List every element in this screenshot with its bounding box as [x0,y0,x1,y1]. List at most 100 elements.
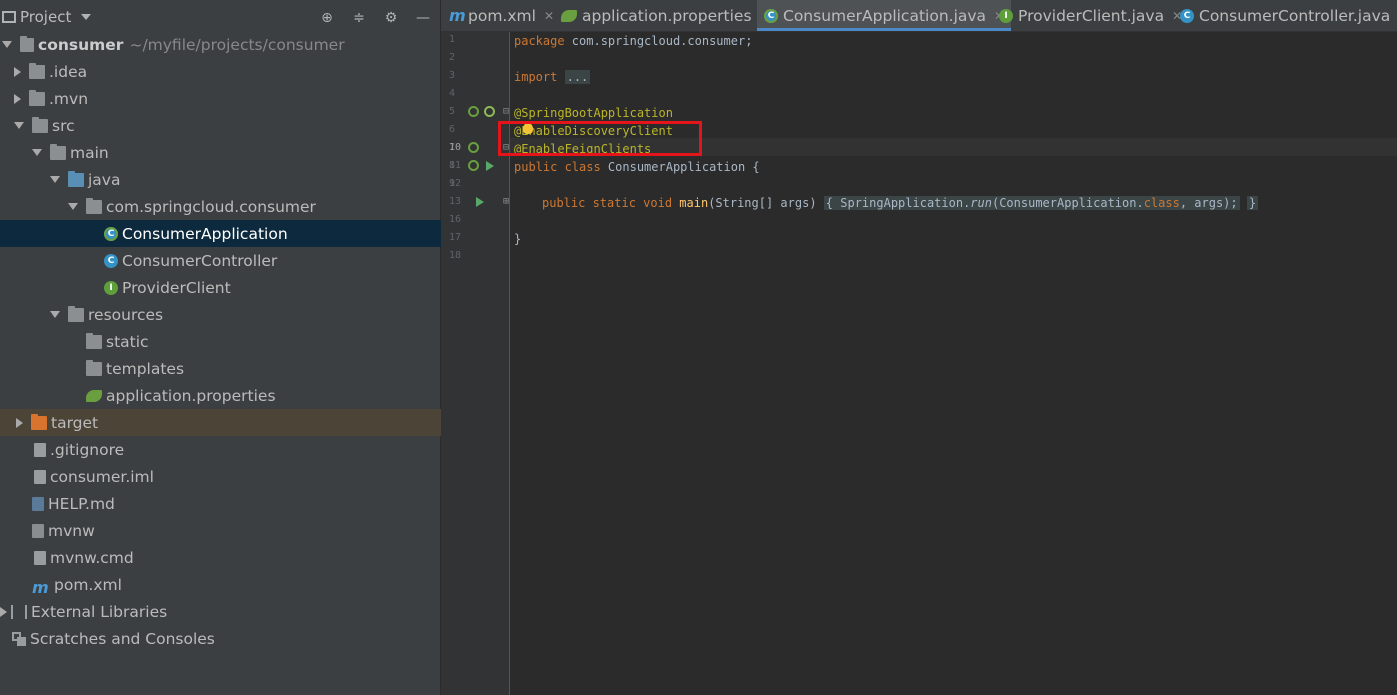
code-line-13: public static void main(String[] args) {… [542,196,1259,210]
tree-item-help-md[interactable]: HELP.md [0,490,472,517]
code-text: , args); [1179,196,1238,210]
tree-item-label: consumer [38,35,124,54]
fold-icon[interactable]: ⊟ [503,106,509,117]
tree-item-java[interactable]: java [0,166,490,193]
tab-consumer-application[interactable]: C ConsumerApplication.java ✕ [757,0,1012,31]
code-text: ConsumerApplication { [600,160,760,174]
line-number: 6 [449,124,456,135]
tree-item-label: consumer.iml [50,467,154,486]
spring-bean-gutter-icon[interactable] [468,106,479,117]
line-number: 1 [449,34,456,45]
tree-item-mvnw-cmd[interactable]: mvnw.cmd [0,544,474,571]
code-text: (ConsumerApplication. [991,196,1144,210]
tree-item-label: .mvn [49,89,89,108]
expand-arrow-icon[interactable] [14,66,21,77]
tree-item-label: ConsumerApplication [122,224,288,243]
source-folder-icon [68,170,84,187]
interface-icon: I [999,8,1013,23]
tab-label: pom.xml [468,6,536,25]
tree-item-label: HELP.md [48,494,115,513]
folded-imports[interactable]: ... [564,70,591,84]
ide-window: Project ⊕ ≑ ⚙ — consumer ~/myfile/projec… [0,0,1397,695]
tree-item-mvn[interactable]: .mvn [0,85,452,112]
code-line-1: package com.springcloud.consumer; [514,34,752,48]
tree-item-gitignore[interactable]: .gitignore [0,436,474,463]
tree-item-label: Scratches and Consoles [30,629,215,648]
tree-item-label: External Libraries [31,602,168,621]
expand-arrow-icon[interactable] [14,93,21,104]
libraries-icon [11,604,27,619]
collapse-all-icon[interactable]: ≑ [350,9,368,27]
chevron-down-icon[interactable] [81,14,92,20]
folded-body[interactable]: { SpringApplication.run(ConsumerApplicat… [823,196,1240,210]
run-icon[interactable] [486,161,494,171]
tree-item-idea[interactable]: .idea [0,58,452,85]
minimize-icon[interactable]: — [414,9,432,27]
spring-bean-gutter-icon[interactable] [468,160,479,171]
tab-label: ConsumerApplication.java [783,6,987,25]
tree-item-consumer[interactable]: consumer ~/myfile/projects/consumer [0,31,442,58]
tree-item-resources[interactable]: resources [0,301,490,328]
expand-arrow-icon[interactable] [68,203,78,210]
tab-consumer-controller[interactable]: C ConsumerController.java [1180,0,1390,31]
tree-item-label: java [88,170,121,189]
module-folder-icon [20,35,34,52]
line-number: 12 [449,178,462,189]
spring-bean-gutter-icon[interactable] [468,142,479,153]
folder-icon [29,62,45,79]
markdown-file-icon [32,496,44,511]
expand-arrow-icon[interactable] [50,311,60,318]
project-view-selector[interactable]: Project [2,8,92,26]
folded-body-close: } [1246,196,1259,210]
tree-item-package[interactable]: com.springcloud.consumer [0,193,508,220]
editor-tabs: m pom.xml ✕ application.properties ✕ C C… [441,0,1397,32]
expand-arrow-icon[interactable] [32,149,42,156]
tab-provider-client[interactable]: I ProviderClient.java ✕ [999,0,1182,31]
keyword: import [514,70,558,84]
expand-arrow-icon[interactable] [16,417,23,428]
tree-item-scratches[interactable]: Scratches and Consoles [0,625,452,652]
tree-item-label: pom.xml [54,575,122,594]
locate-icon[interactable]: ⊕ [318,9,336,27]
tree-item-pom-xml[interactable]: m pom.xml [0,571,472,598]
expand-arrow-icon[interactable] [2,41,12,48]
scratches-icon [12,631,26,646]
tab-pom-xml[interactable]: m pom.xml ✕ [449,0,554,31]
gear-icon[interactable]: ⚙ [382,9,400,27]
expand-arrow-icon[interactable] [0,606,7,617]
fold-icon[interactable]: ⊞ [503,196,509,207]
expand-arrow-icon[interactable] [50,176,60,183]
tree-item-external-libraries[interactable]: External Libraries [0,598,440,625]
keyword: class [1143,196,1180,210]
tree-item-label: main [70,143,109,162]
tree-item-label: templates [106,359,185,378]
tree-item-label: com.springcloud.consumer [106,197,316,216]
tree-item-label: mvnw.cmd [50,548,134,567]
file-icon [34,442,46,457]
tree-item-consumer-iml[interactable]: consumer.iml [0,463,474,490]
expand-arrow-icon[interactable] [14,122,24,129]
tree-item-mvnw[interactable]: mvnw [0,517,472,544]
keyword: public class [514,160,601,174]
code-line-11: public class ConsumerApplication { [514,160,760,174]
tree-item-label: resources [88,305,164,324]
tree-item-main[interactable]: main [0,139,472,166]
package-icon [86,197,102,214]
tab-application-properties[interactable]: application.properties ✕ [561,0,770,31]
line-number-current: 10 [449,142,462,153]
tree-item-label: src [52,116,75,135]
code-line-3: import ... [514,70,591,84]
code-text: { SpringApplication. [825,196,971,210]
tree-item-target[interactable]: target [0,409,454,436]
line-number: 11 [449,160,462,171]
method-name: main [679,196,709,210]
tree-item-label: .gitignore [50,440,125,459]
spring-config-gutter-icon[interactable] [484,106,495,117]
keyword: package [514,34,565,48]
run-icon[interactable] [476,197,484,207]
tree-item-src[interactable]: src [0,112,454,139]
close-icon[interactable]: ✕ [544,9,554,23]
keyword: public static void [542,196,673,210]
spring-boot-class-icon: C [104,226,118,241]
class-icon: C [1180,8,1194,23]
